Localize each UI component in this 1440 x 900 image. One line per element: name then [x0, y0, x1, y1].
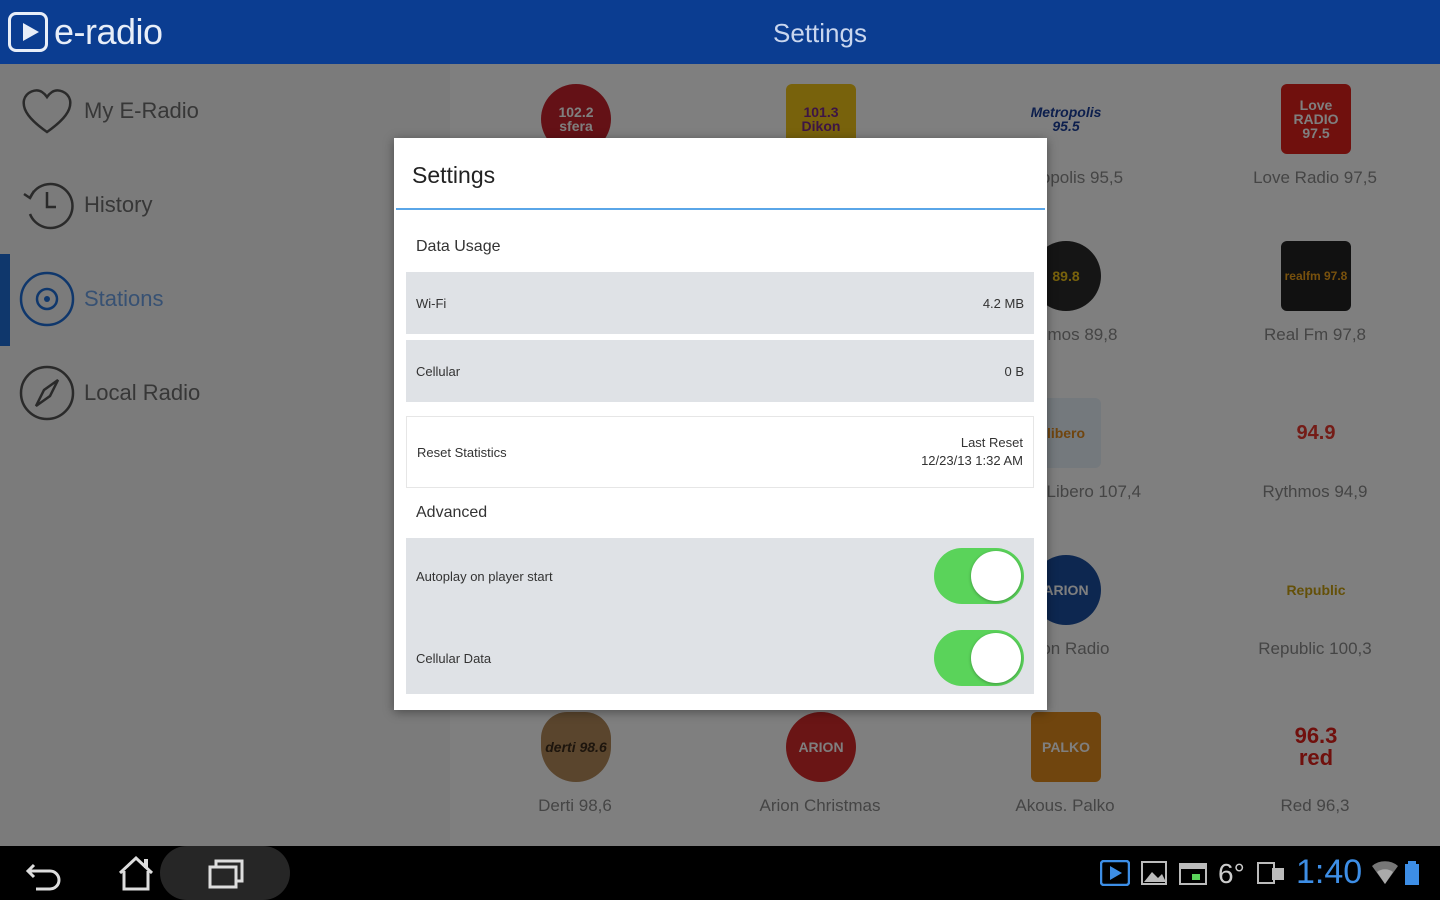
- app-logo-text: e-radio: [54, 11, 163, 52]
- play-logo-icon: [8, 12, 48, 52]
- app-bar-title: Settings: [773, 18, 867, 48]
- reset-statistics-label: Reset Statistics: [417, 445, 507, 460]
- app-bar: e-radio Settings: [0, 0, 1440, 64]
- autoplay-label: Autoplay on player start: [416, 569, 553, 584]
- cellular-usage-row: Cellular 0 B: [406, 340, 1034, 402]
- data-usage-section-title: Data Usage: [416, 238, 501, 255]
- home-icon[interactable]: [106, 853, 166, 893]
- cellular-usage-label: Cellular: [416, 364, 461, 379]
- cellular-data-toggle[interactable]: [934, 630, 1024, 686]
- image-notification-icon: [1141, 861, 1167, 885]
- wifi-usage-value: 4.2 MB: [982, 296, 1024, 311]
- advanced-section-title: Advanced: [416, 504, 488, 521]
- reset-statistics-button[interactable]: Reset Statistics Last Reset 12/23/13 1:3…: [406, 416, 1034, 488]
- office-notification-icon: [1257, 862, 1284, 884]
- calendar-notification-icon: [1179, 863, 1207, 885]
- wifi-usage-row: Wi-Fi 4.2 MB: [406, 272, 1034, 334]
- eradio-notification-icon: [1100, 860, 1130, 886]
- status-clock: 1:40: [1296, 853, 1363, 891]
- wifi-signal-icon: [1372, 861, 1398, 884]
- wifi-usage-label: Wi-Fi: [416, 296, 447, 311]
- dialog-divider: [396, 208, 1045, 210]
- back-icon[interactable]: [16, 853, 76, 893]
- autoplay-toggle[interactable]: [934, 548, 1024, 604]
- battery-icon: [1405, 861, 1419, 885]
- last-reset-label: Last Reset: [960, 435, 1023, 450]
- recent-apps-icon[interactable]: [196, 853, 256, 893]
- advanced-settings-group: Autoplay on player start Cellular Data: [406, 538, 1034, 694]
- toggle-knob: [971, 551, 1021, 601]
- toggle-knob: [971, 633, 1021, 683]
- last-reset-value: 12/23/13 1:32 AM: [921, 453, 1023, 468]
- system-bar: 6° 1:40: [0, 846, 1440, 900]
- weather-temperature: 6°: [1218, 858, 1245, 889]
- dialog-title: Settings: [412, 162, 496, 188]
- app-logo: e-radio: [8, 10, 163, 54]
- cellular-usage-value: 0 B: [1004, 364, 1024, 379]
- settings-dialog: Settings Data Usage Wi-Fi 4.2 MB Cellula…: [394, 138, 1047, 710]
- cellular-data-label: Cellular Data: [416, 651, 492, 666]
